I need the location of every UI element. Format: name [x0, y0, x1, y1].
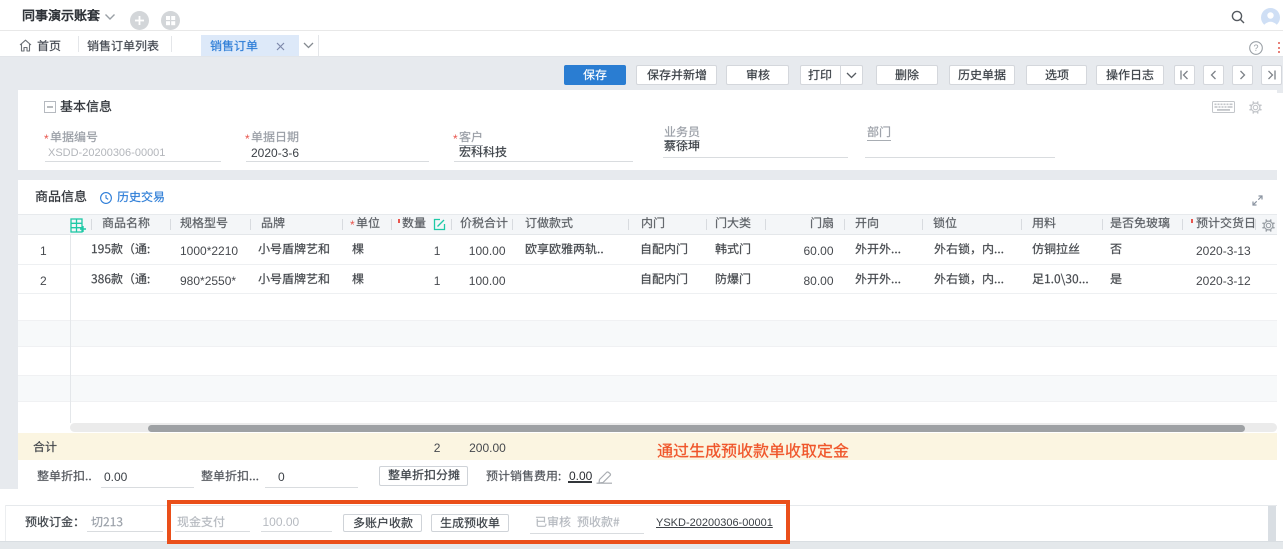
svg-text:?: ? [1253, 43, 1258, 53]
